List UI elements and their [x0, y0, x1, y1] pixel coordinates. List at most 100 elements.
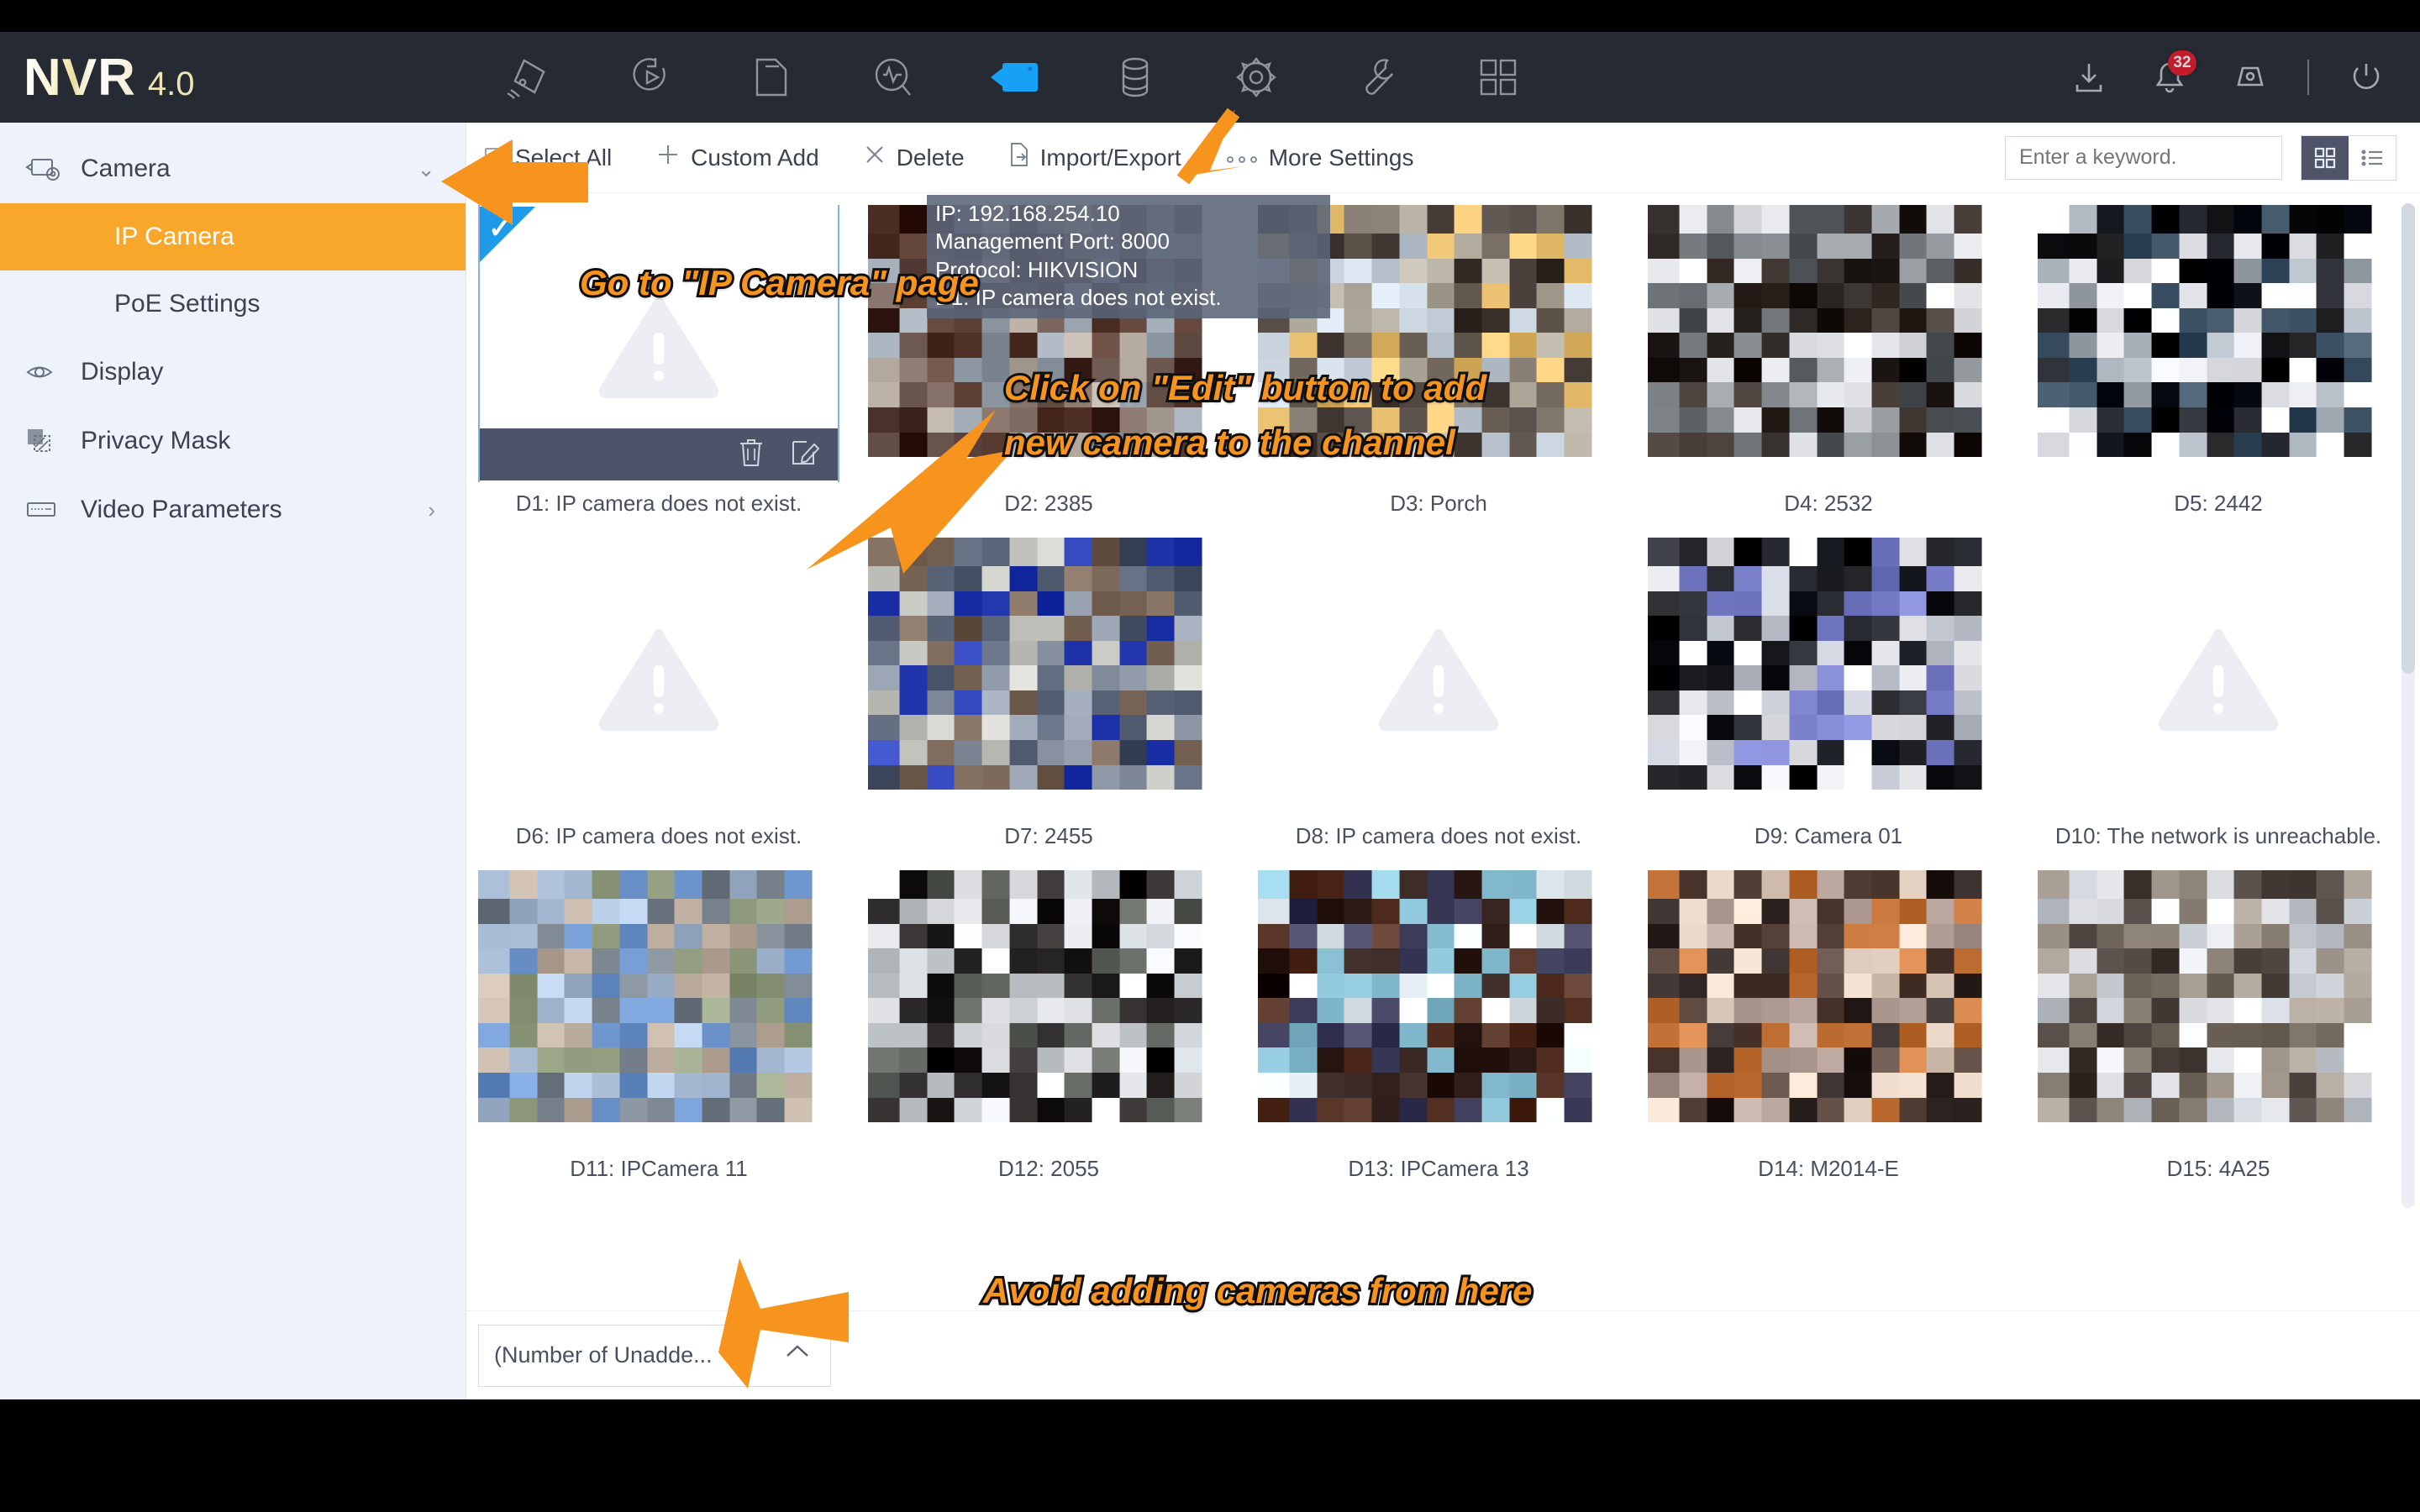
camera-caption: D11: IPCamera 11	[570, 1156, 748, 1181]
camera-caption: D3: Porch	[1390, 491, 1487, 516]
camera-caption: D15: 4A25	[2166, 1156, 2270, 1181]
selected-check-icon[interactable]: ✓	[488, 212, 513, 245]
download-icon[interactable]	[2065, 54, 2112, 101]
camera-thumbnail-box[interactable]	[478, 538, 839, 815]
camera-card-d14[interactable]: D14: M2014-E	[1648, 870, 2009, 1189]
camera-offline-placeholder	[478, 538, 839, 815]
header-right-actions: 32	[2065, 50, 2420, 101]
camera-caption: D13: IPCamera 13	[1348, 1156, 1529, 1181]
sidebar-item-video-parameters-label: Video Parameters	[81, 496, 282, 523]
sidebar: Camera ⌄ IP Camera PoE Settings Display	[0, 123, 466, 1399]
nav-playback-icon[interactable]	[618, 51, 684, 103]
nav-app-grid-icon[interactable]	[1465, 51, 1531, 103]
nav-camera-icon[interactable]	[981, 51, 1047, 103]
sidebar-item-display[interactable]: Display	[0, 338, 466, 407]
sidebar-item-poe-settings[interactable]: PoE Settings	[0, 270, 466, 338]
camera-thumbnail-box[interactable]	[1258, 870, 1619, 1147]
camera-card-d11[interactable]: D11: IPCamera 11	[478, 870, 839, 1189]
camera-offline-placeholder	[2038, 538, 2399, 815]
power-icon[interactable]	[2343, 54, 2390, 101]
camera-card-d1[interactable]: ✓ D1: IP camera does not exist.	[478, 205, 839, 524]
trash-icon[interactable]	[737, 437, 765, 473]
sidebar-item-video-parameters[interactable]: Video Parameters ›	[0, 475, 466, 544]
sidebar-item-camera[interactable]: Camera ⌄	[0, 134, 466, 203]
camera-caption: D2: 2385	[1004, 491, 1093, 516]
warning-triangle-icon	[598, 629, 719, 731]
tooltip-protocol: Protocol: HIKVISION	[935, 256, 1139, 282]
screenshot-root: NVR 4.0 32 Camera ⌄ IP Camera PoE Settin…	[0, 0, 2420, 1512]
privacy-mask-icon	[25, 427, 81, 455]
camera-thumbnail-box[interactable]	[478, 870, 839, 1147]
camera-card-d10[interactable]: D10: The network is unreachable.	[2038, 538, 2399, 857]
tooltip-ip: IP: 192.168.254.10	[935, 201, 1120, 226]
warning-triangle-icon	[1378, 629, 1499, 731]
camera-card-d8[interactable]: D8: IP camera does not exist.	[1258, 538, 1619, 857]
sidebar-item-ip-camera[interactable]: IP Camera	[0, 203, 466, 270]
sidebar-item-privacy-mask[interactable]: Privacy Mask	[0, 407, 466, 475]
camera-card-d9[interactable]: D9: Camera 01	[1648, 538, 2009, 857]
camera-caption: D8: IP camera does not exist.	[1295, 823, 1582, 848]
camera-card-d12[interactable]: D12: 2055	[868, 870, 1229, 1189]
camera-thumbnail-box[interactable]	[2038, 538, 2399, 815]
nav-storage-icon[interactable]	[1102, 51, 1168, 103]
camera-card-d15[interactable]: D15: 4A25	[2038, 870, 2399, 1189]
camera-thumbnail-box[interactable]	[1648, 870, 2009, 1147]
unadded-cameras-label: (Number of Unadde...	[494, 1342, 713, 1368]
camera-thumbnail-box[interactable]	[1648, 538, 2009, 815]
nav-smart-analysis-icon[interactable]	[860, 51, 926, 103]
alarm-bell-icon[interactable]: 32	[2146, 50, 2196, 101]
custom-add-button[interactable]: Custom Add	[655, 142, 819, 173]
camera-grid-scroll-area: ✓ D1: IP camera does not exist. D2: 2385 D3…	[466, 193, 2420, 1310]
camera-config-icon	[25, 155, 81, 183]
edit-icon[interactable]	[789, 437, 820, 473]
chevron-up-icon[interactable]	[783, 1341, 812, 1369]
vertical-scrollbar[interactable]	[2402, 203, 2415, 1208]
camera-caption: D9: Camera 01	[1754, 823, 1903, 848]
bottom-bar: (Number of Unadde...	[466, 1310, 2420, 1399]
camera-offline-placeholder	[1258, 538, 1619, 815]
camera-card-d7[interactable]: D7: 2455	[868, 538, 1229, 857]
more-settings-button[interactable]: More Settings	[1225, 144, 1414, 171]
grid-view-icon[interactable]	[2302, 135, 2349, 180]
camera-preview-image	[1648, 538, 2009, 815]
camera-card-d6[interactable]: D6: IP camera does not exist.	[478, 538, 839, 857]
more-settings-label: More Settings	[1268, 144, 1414, 171]
nav-live-view-icon[interactable]	[497, 51, 563, 103]
camera-thumbnail-box[interactable]	[868, 870, 1229, 1147]
camera-caption: D5: 2442	[2174, 491, 2263, 516]
nav-system-icon[interactable]	[1223, 51, 1289, 103]
camera-preview-image	[1648, 870, 2009, 1147]
alarm-lamp-icon[interactable]	[2227, 54, 2274, 101]
camera-preview-image	[1258, 870, 1619, 1147]
camera-thumbnail-box[interactable]: ✓	[478, 205, 839, 482]
camera-preview-image	[2038, 870, 2399, 1147]
camera-thumbnail-box[interactable]	[1258, 538, 1619, 815]
camera-card-d13[interactable]: D13: IPCamera 13	[1258, 870, 1619, 1189]
unadded-cameras-panel[interactable]: (Number of Unadde...	[478, 1324, 831, 1387]
chevron-right-icon: ›	[428, 496, 435, 522]
main-content: Select All Custom Add Delete Import/Expo…	[466, 123, 2420, 1399]
nav-maintenance-icon[interactable]	[1344, 51, 1410, 103]
camera-toolbar: Select All Custom Add Delete Import/Expo…	[466, 123, 2420, 193]
search-input[interactable]	[2005, 135, 2282, 180]
warning-triangle-icon	[2158, 629, 2279, 731]
camera-card-d4[interactable]: D4: 2532	[1648, 205, 2009, 524]
app-logo: NVR 4.0	[0, 48, 471, 108]
camera-thumbnail-box[interactable]	[1648, 205, 2009, 482]
camera-thumbnail-box[interactable]	[2038, 870, 2399, 1147]
camera-thumbnail-box[interactable]	[2038, 205, 2399, 482]
select-all-checkbox-icon[interactable]	[485, 147, 505, 168]
nav-file-management-icon[interactable]	[739, 51, 805, 103]
sidebar-item-privacy-mask-label: Privacy Mask	[81, 427, 231, 454]
camera-thumbnail-box[interactable]	[868, 538, 1229, 815]
camera-preview-image	[1648, 205, 2009, 482]
list-view-icon[interactable]	[2349, 135, 2396, 180]
header-divider	[2307, 60, 2309, 95]
camera-tooltip: IP: 192.168.254.10 Management Port: 8000…	[927, 195, 1330, 319]
import-export-label: Import/Export	[1039, 144, 1181, 171]
scrollbar-thumb[interactable]	[2402, 203, 2415, 674]
delete-button[interactable]: Delete	[863, 143, 965, 172]
select-all-button[interactable]: Select All	[485, 144, 612, 171]
camera-card-d5[interactable]: D5: 2442	[2038, 205, 2399, 524]
import-export-button[interactable]: Import/Export	[1008, 142, 1181, 173]
